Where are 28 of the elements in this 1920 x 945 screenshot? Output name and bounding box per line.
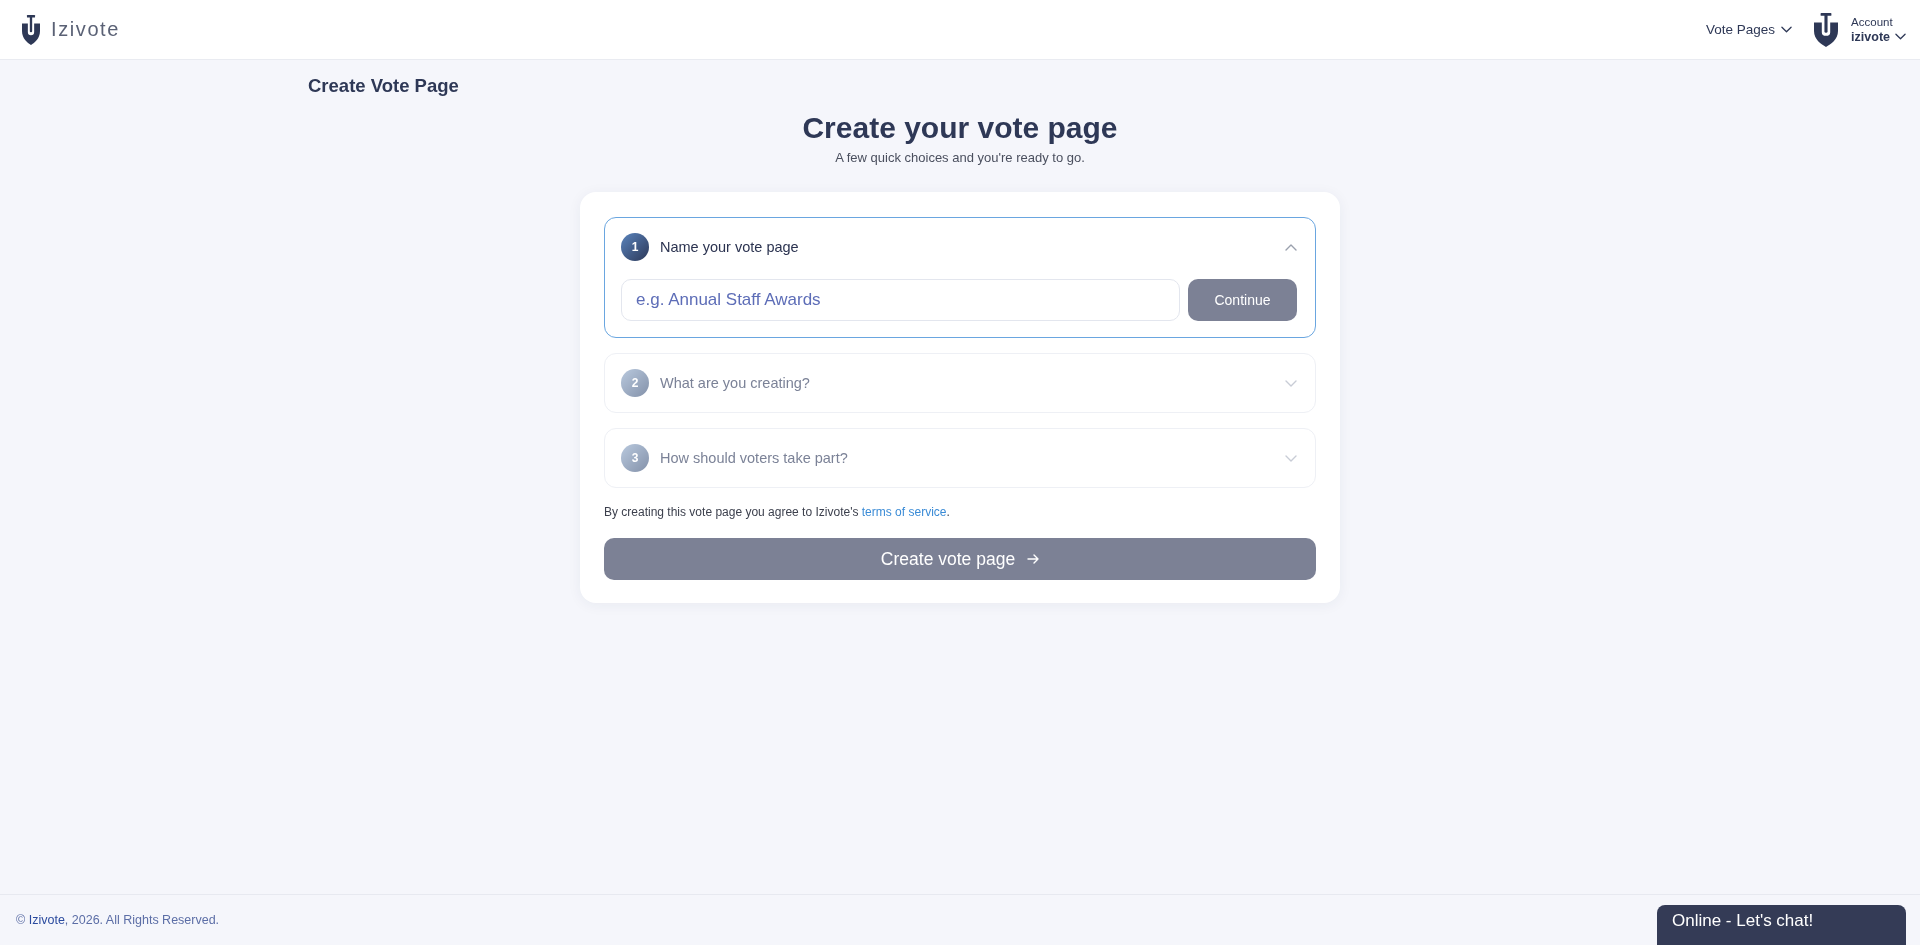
continue-button[interactable]: Continue [1188,279,1297,321]
chevron-down-icon[interactable] [1285,379,1297,387]
chat-button[interactable]: Online - Let's chat! [1657,905,1906,945]
logo-icon [22,14,40,45]
name-input-field[interactable]: e.g. Annual Staff Awards [621,279,1180,321]
step-title[interactable]: How should voters take part? [660,450,1274,466]
page-title: Create Vote Page [308,75,459,97]
step-title[interactable]: What are you creating? [660,375,1274,391]
subheading: A few quick choices and you're ready to go. [835,149,1085,167]
chevron-down-icon [1895,33,1906,40]
arrow-right-icon [1027,554,1040,564]
chevron-down-icon[interactable] [1285,454,1297,462]
chevron-up-icon[interactable] [1285,243,1297,251]
step-number-badge: 2 [621,369,649,397]
create-button[interactable]: Create vote page [604,538,1316,580]
account-label: Account [1851,15,1893,28]
chevron-down-icon [1781,26,1793,33]
copyright-text: © Izivote, 2026. All Rights Reserved. [16,913,220,927]
nav-menu[interactable]: Vote Pages [1706,22,1793,37]
account-menu[interactable]: izivote [1851,29,1906,44]
terms-text: By creating this vote page you agree to Izivote's terms of service. [604,504,951,520]
brand-link[interactable]: Izivote [28,913,65,927]
brand-name: Izivote [51,18,120,41]
heading: Create your vote page [802,110,1118,146]
step-number-badge: 3 [621,444,649,472]
logo-icon [1814,12,1839,47]
step-number-badge: 1 [621,233,649,261]
step-title[interactable]: Name your vote page [660,239,1274,255]
